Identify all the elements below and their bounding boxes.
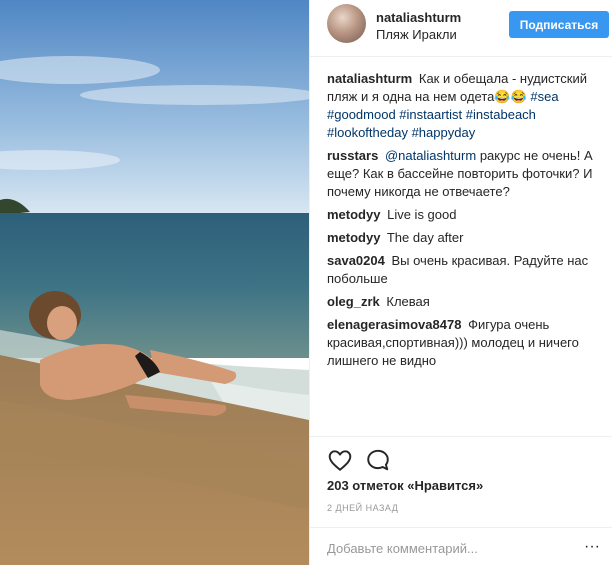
hashtag-link[interactable]: #lookoftheday	[327, 125, 408, 140]
action-bar	[310, 436, 612, 471]
comment-username[interactable]: oleg_zrk	[327, 294, 380, 309]
post-location[interactable]: Пляж Иракли	[376, 27, 457, 42]
comment-username[interactable]: sava0204	[327, 253, 385, 268]
comment-list: nataliashturm Как и обещала - нудистский…	[327, 70, 609, 375]
avatar[interactable]	[327, 4, 366, 43]
post-timestamp: 2 ДНЕЙ НАЗАД	[327, 503, 399, 513]
hashtag-link[interactable]: #instaartist	[399, 107, 462, 122]
likes-count[interactable]: 203 отметок «Нравится»	[327, 478, 483, 493]
comment-text: The day after	[386, 230, 464, 245]
post-username[interactable]: nataliashturm	[376, 10, 461, 25]
post-side-panel: nataliashturm Пляж Иракли Подписаться na…	[309, 0, 612, 565]
comment-item: sava0204 Вы очень красивая. Радуйте нас …	[327, 252, 609, 288]
follow-button[interactable]: Подписаться	[509, 11, 609, 38]
hashtag-link[interactable]: #happyday	[412, 125, 476, 140]
comment-username[interactable]: russtars	[327, 148, 378, 163]
more-options-icon[interactable]: ···	[580, 537, 604, 557]
comment-item: russtars @nataliashturm ракурс не очень!…	[327, 147, 609, 201]
comment-username[interactable]: metodyy	[327, 207, 380, 222]
hashtag-link[interactable]: #sea	[530, 89, 558, 104]
speech-bubble-icon[interactable]	[365, 447, 391, 473]
comment-text: Live is good	[387, 207, 457, 222]
beach-photo	[0, 0, 309, 565]
caption-username[interactable]: nataliashturm	[327, 71, 412, 86]
comment-username[interactable]: metodyy	[327, 230, 380, 245]
comment-input[interactable]	[327, 538, 567, 558]
post-photo[interactable]	[0, 0, 309, 565]
mention-link[interactable]: @nataliashturm	[385, 148, 476, 163]
hashtag-link[interactable]: #instabeach	[466, 107, 536, 122]
post-header: nataliashturm Пляж Иракли Подписаться	[310, 0, 612, 57]
comment-item: metodyy The day after	[327, 229, 609, 247]
comment-username[interactable]: elenagerasimova8478	[327, 317, 461, 332]
hashtag-link[interactable]: #goodmood	[327, 107, 396, 122]
add-comment-bar: ···	[310, 527, 612, 565]
comment-text: Клевая	[386, 294, 430, 309]
comment-item: metodyy Live is good	[327, 206, 609, 224]
heart-icon[interactable]	[327, 447, 353, 473]
caption: nataliashturm Как и обещала - нудистский…	[327, 70, 609, 142]
comment-item: elenagerasimova8478 Фигура очень красива…	[327, 316, 609, 370]
comment-item: oleg_zrk Клевая	[327, 293, 609, 311]
